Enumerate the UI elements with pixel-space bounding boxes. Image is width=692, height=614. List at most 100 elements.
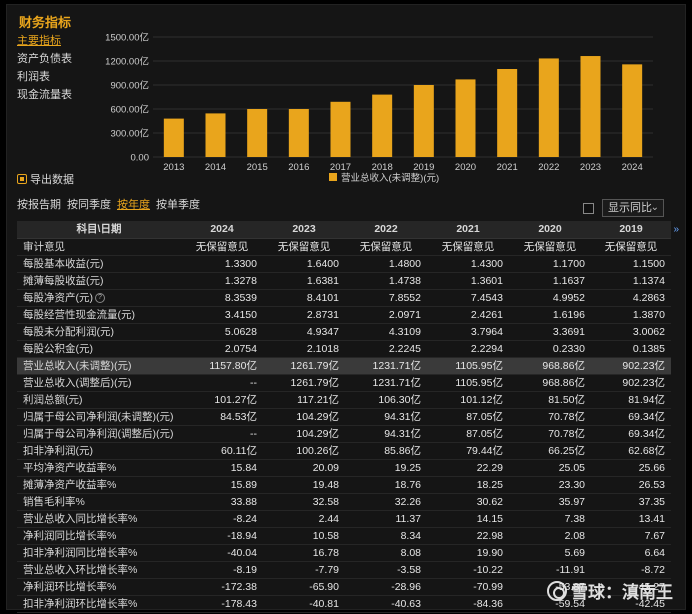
cell-value: 2.44 [263,510,345,528]
table-header-label: 科目\日期 [17,221,181,239]
table-row[interactable]: 销售毛利率% 33.88 32.58 32.26 30.62 35.97 37.35 [17,493,671,511]
side-nav-item-main-indicators[interactable]: 主要指标 [17,32,72,50]
tab-by-report-period[interactable]: 按报告期 [17,196,61,212]
cell-value: 5.0628 [181,323,263,341]
row-label: 销售毛利率% [17,493,181,511]
cell-value: 85.86亿 [345,442,427,460]
cell-value: 69.34亿 [591,408,671,426]
row-label-text: 扣非净利润同比增长率% [23,546,138,559]
cell-value: 37.35 [591,493,671,511]
side-nav-item-balance-sheet[interactable]: 资产负债表 [17,50,72,68]
row-label-text: 每股公积金(元) [23,342,93,355]
tab-by-year[interactable]: 按年度 [117,196,150,212]
table-row[interactable]: 摊薄净资产收益率% 15.89 19.48 18.76 18.25 23.30 26.53 [17,476,671,494]
row-label: 每股未分配利润(元) [17,323,181,341]
cell-value: 66.25亿 [509,442,591,460]
row-label-text: 归属于母公司净利润(未调整)(元) [23,410,174,423]
table-row[interactable]: 营业总收入(未调整)(元) 1157.80亿 1261.79亿 1231.71亿 110… [17,357,671,375]
cell-value: 7.38 [509,510,591,528]
export-data-button[interactable]: 导出数据 [17,171,74,187]
table-row[interactable]: 归属于母公司净利润(未调整)(元) 84.53亿 104.29亿 94.31亿 87.0… [17,408,671,426]
table-row[interactable]: 净利润同比增长率% -18.94 10.58 8.34 22.98 2.08 7.67 [17,527,671,545]
table-row[interactable]: 利润总额(元) 101.27亿 117.21亿 106.30亿 101.12亿 81.50… [17,391,671,409]
side-nav-item-income-statement[interactable]: 利润表 [17,68,72,86]
cell-value: 23.30 [509,476,591,494]
cell-value: 4.3109 [345,323,427,341]
tab-by-single-quarter[interactable]: 按单季度 [156,196,200,212]
cell-value: 101.27亿 [181,391,263,409]
table-row[interactable]: 每股公积金(元) 2.0754 2.1018 2.2245 2.2294 0.2330 0.… [17,340,671,358]
table-header-year[interactable]: 2021 [427,221,509,239]
side-nav-item-cash-flow[interactable]: 现金流量表 [17,86,72,104]
y-tick-label: 1500.00亿 [105,32,149,44]
table-row[interactable]: 营业总收入(调整后)(元) -- 1261.79亿 1231.71亿 1105.95亿 9… [17,374,671,392]
table-row[interactable]: 每股基本收益(元) 1.3300 1.6400 1.4800 1.4300 1.1700 1… [17,255,671,273]
revenue-bar [247,109,268,157]
cell-value: 79.44亿 [427,442,509,460]
table-header-year[interactable]: 2023 [263,221,345,239]
cell-value: -65.90 [263,578,345,596]
row-label: 净利润环比增长率% [17,578,181,596]
yoy-controls: 显示同比 ⌄ [583,199,664,217]
row-label-text: 营业总收入同比增长率% [23,512,138,525]
cell-value: 1231.71亿 [345,357,427,375]
table-header-year[interactable]: 2020 [509,221,591,239]
cell-value: 968.86亿 [509,374,591,392]
cell-value: 2.8731 [263,306,345,324]
table-row[interactable]: 归属于母公司净利润(调整后)(元) -- 104.29亿 94.31亿 87.05亿 70… [17,425,671,443]
cell-value: 70.78亿 [509,408,591,426]
cell-value: 32.58 [263,493,345,511]
revenue-bar [497,69,518,157]
table-row[interactable]: 营业总收入同比增长率% -8.24 2.44 11.37 14.15 7.38 13.41 [17,510,671,528]
table-row[interactable]: 每股净资产(元)? 8.3539 8.4101 7.8552 7.4543 4.9952 4… [17,289,671,307]
table-row[interactable]: 审计意见 无保留意见 无保留意见 无保留意见 无保留意见 无保留意见 无保留意见 [17,238,671,256]
cell-value: 25.05 [509,459,591,477]
table-row[interactable]: 平均净资产收益率% 15.84 20.09 19.25 22.29 25.05 25.66 [17,459,671,477]
cell-value: 3.4150 [181,306,263,324]
row-label: 扣非净利润环比增长率% [17,595,181,613]
table-row[interactable]: 每股未分配利润(元) 5.0628 4.9347 4.3109 3.7964 3.3691… [17,323,671,341]
row-label: 每股基本收益(元) [17,255,181,273]
table-row[interactable]: 扣非净利润(元) 60.11亿 100.26亿 85.86亿 79.44亿 66.25亿 6… [17,442,671,460]
table-row[interactable]: 摊薄每股收益(元) 1.3278 1.6381 1.4738 1.3601 1.1637 1… [17,272,671,290]
more-columns-icon[interactable]: » [673,224,679,235]
table-row[interactable]: 扣非净利润同比增长率% -40.04 16.78 8.08 19.90 5.69 6.64 [17,544,671,562]
cell-value: 1.3601 [427,272,509,290]
cell-value: -8.19 [181,561,263,579]
cell-value: 87.05亿 [427,408,509,426]
yoy-checkbox[interactable] [583,202,594,214]
row-label-text: 平均净资产收益率% [23,461,117,474]
row-label: 营业总收入同比增长率% [17,510,181,528]
cell-value: 81.94亿 [591,391,671,409]
cell-value: 无保留意见 [181,238,263,256]
table-row[interactable]: 每股经营性现金流量(元) 3.4150 2.8731 2.0971 2.4261 1.61… [17,306,671,324]
cell-value: -172.38 [181,578,263,596]
row-label: 营业总收入环比增长率% [17,561,181,579]
row-label-text: 营业总收入(未调整)(元) [23,359,132,372]
row-label: 摊薄每股收益(元) [17,272,181,290]
y-tick-label: 300.00亿 [110,128,149,140]
panel-title: 财务指标 [19,15,72,30]
tab-by-same-quarter[interactable]: 按同季度 [67,196,111,212]
cell-value: 19.25 [345,459,427,477]
cell-value: 1105.95亿 [427,357,509,375]
cell-value: 16.78 [263,544,345,562]
help-icon[interactable]: ? [95,292,105,303]
cell-value: 15.89 [181,476,263,494]
cell-value: 19.90 [427,544,509,562]
table-header-year[interactable]: 2019 [591,221,671,239]
cell-value: 1.1374 [591,272,671,290]
cell-value: 11.37 [345,510,427,528]
y-tick-label: 600.00亿 [110,104,149,116]
cell-value: 18.25 [427,476,509,494]
cell-value: -11.91 [509,561,591,579]
yoy-select[interactable]: 显示同比 ⌄ [602,199,664,217]
cell-value: 30.62 [427,493,509,511]
cell-value: 106.30亿 [345,391,427,409]
table-header-year[interactable]: 2024 [181,221,263,239]
table-row[interactable]: 营业总收入环比增长率% -8.19 -7.79 -3.58 -10.22 -11.91 -8… [17,561,671,579]
x-tick-label: 2022 [538,162,559,173]
row-label-text: 营业总收入环比增长率% [23,563,138,576]
cell-value: 无保留意见 [591,238,671,256]
table-header-year[interactable]: 2022 [345,221,427,239]
